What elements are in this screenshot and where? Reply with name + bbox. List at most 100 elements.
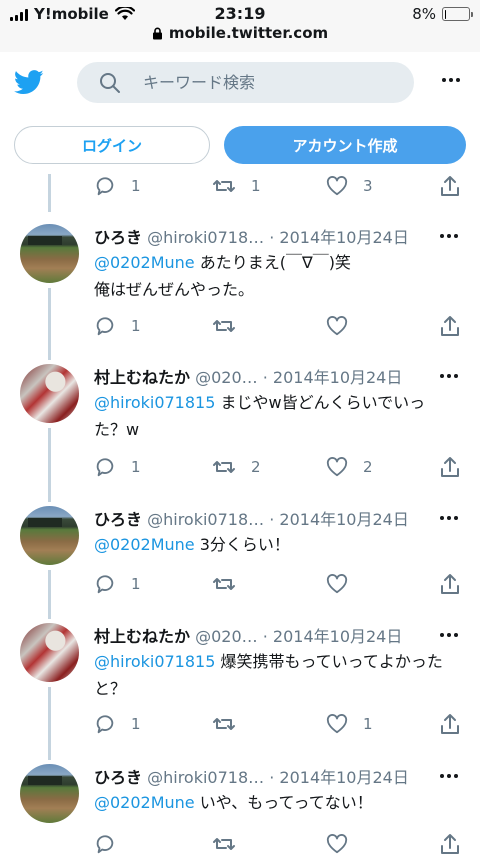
- retweet-button[interactable]: [212, 712, 326, 736]
- user-handle[interactable]: @020…: [195, 368, 258, 387]
- display-name[interactable]: ひろき: [94, 510, 142, 529]
- tweet-text: @0202Mune いや、もってってない！: [94, 789, 464, 816]
- share-button[interactable]: [440, 712, 460, 736]
- login-button[interactable]: ログイン: [14, 126, 210, 164]
- reply-button[interactable]: [94, 832, 212, 854]
- like-button[interactable]: 2: [326, 455, 440, 479]
- display-name[interactable]: 村上むねたか: [94, 627, 190, 646]
- mention-link[interactable]: @0202Mune: [94, 793, 195, 812]
- reply-count: 1: [131, 458, 141, 476]
- thread-line: [48, 570, 51, 619]
- tweet-more-icon[interactable]: [440, 516, 458, 520]
- avatar[interactable]: [20, 364, 79, 423]
- avatar[interactable]: [20, 506, 79, 565]
- share-button[interactable]: [440, 572, 460, 596]
- tweet-text-line1: あたりまえ(￣∇￣)笑: [194, 253, 351, 272]
- tweet-text: @hiroki071815 まじやw皆どんくらいでいっ た？w: [94, 389, 464, 443]
- retweet-button[interactable]: [212, 572, 326, 596]
- tweet-date[interactable]: 2014年10月24日: [279, 768, 408, 787]
- status-bar: Y!mobile 23:19 mobile.twitter.com 8%: [0, 0, 480, 52]
- like-count: 3: [363, 177, 373, 195]
- separator-dot: ·: [264, 510, 280, 529]
- avatar[interactable]: [20, 224, 79, 283]
- tweet-actions: [94, 832, 460, 854]
- separator-dot: ·: [264, 228, 280, 247]
- thread-line: [48, 428, 51, 502]
- like-button[interactable]: [326, 832, 440, 854]
- tweet-text: @0202Mune 3分くらい！: [94, 531, 464, 558]
- mention-link[interactable]: @0202Mune: [94, 535, 195, 554]
- mention-link[interactable]: @hiroki071815: [94, 652, 215, 671]
- thread-line: [48, 687, 51, 760]
- separator-dot: ·: [264, 768, 280, 787]
- reply-button[interactable]: 1: [94, 174, 212, 198]
- search-box[interactable]: [77, 62, 414, 103]
- search-input[interactable]: [143, 73, 373, 92]
- battery-icon: [442, 7, 473, 21]
- address-bar[interactable]: mobile.twitter.com: [0, 24, 480, 42]
- retweet-button[interactable]: [212, 314, 326, 338]
- reply-button[interactable]: 1: [94, 712, 212, 736]
- mention-link[interactable]: @hiroki071815: [94, 393, 215, 412]
- tweet-header: ひろき @hiroki0718… · 2014年10月24日: [94, 506, 424, 530]
- tweet-actions: 1 1 3: [94, 174, 460, 198]
- reply-icon: [96, 458, 114, 477]
- retweet-icon: [213, 578, 235, 590]
- tweet-date[interactable]: 2014年10月24日: [273, 368, 402, 387]
- tweet-header: 村上むねたか @020… · 2014年10月24日: [94, 623, 424, 647]
- top-bar: [0, 52, 480, 112]
- mention-link[interactable]: @0202Mune: [94, 253, 195, 272]
- reply-button[interactable]: 1: [94, 572, 212, 596]
- tweet-text-line1: 爆笑携帯もっていってよかった: [215, 652, 443, 671]
- tweet-text: @0202Mune あたりまえ(￣∇￣)笑 俺はぜんぜんやった。: [94, 249, 464, 303]
- like-button[interactable]: 3: [326, 174, 440, 198]
- user-handle[interactable]: @hiroki0718…: [147, 228, 264, 247]
- clock: 23:19: [214, 4, 266, 23]
- heart-icon: [326, 176, 348, 196]
- retweet-count: 2: [251, 458, 261, 476]
- tweet-text-line2: た？w: [94, 420, 140, 439]
- share-button[interactable]: [440, 314, 460, 338]
- reply-count: 1: [131, 317, 141, 335]
- reply-count: 1: [131, 575, 141, 593]
- user-handle[interactable]: @hiroki0718…: [147, 768, 264, 787]
- reply-button[interactable]: 1: [94, 455, 212, 479]
- tweet-date[interactable]: 2014年10月24日: [279, 510, 408, 529]
- reply-count: 1: [131, 715, 141, 733]
- like-button[interactable]: [326, 314, 440, 338]
- share-icon: [441, 316, 459, 336]
- heart-icon: [326, 714, 348, 734]
- retweet-button[interactable]: 2: [212, 455, 326, 479]
- avatar[interactable]: [20, 764, 79, 823]
- tweet-more-icon[interactable]: [440, 234, 458, 238]
- reply-count: 1: [131, 177, 141, 195]
- more-options-icon[interactable]: [442, 78, 460, 82]
- like-button[interactable]: [326, 572, 440, 596]
- retweet-icon: [213, 718, 235, 730]
- share-button[interactable]: [440, 455, 460, 479]
- tweet-text-line1: 3分くらい！: [194, 535, 290, 554]
- tweet-date[interactable]: 2014年10月24日: [273, 627, 402, 646]
- tweet-more-icon[interactable]: [440, 774, 458, 778]
- retweet-button[interactable]: [212, 832, 326, 854]
- like-button[interactable]: 1: [326, 712, 440, 736]
- signup-button[interactable]: アカウント作成: [224, 126, 466, 164]
- display-name[interactable]: ひろき: [94, 228, 142, 247]
- reply-button[interactable]: 1: [94, 314, 212, 338]
- thread-line: [48, 174, 51, 212]
- share-button[interactable]: [440, 174, 460, 198]
- display-name[interactable]: ひろき: [94, 768, 142, 787]
- display-name[interactable]: 村上むねたか: [94, 368, 190, 387]
- user-handle[interactable]: @020…: [195, 627, 258, 646]
- retweet-icon: [213, 838, 235, 850]
- twitter-bird-icon[interactable]: [14, 70, 44, 95]
- tweet-more-icon[interactable]: [440, 633, 458, 637]
- avatar[interactable]: [20, 623, 79, 682]
- retweet-button[interactable]: 1: [212, 174, 326, 198]
- share-button[interactable]: [440, 832, 460, 854]
- tweet-text: @hiroki071815 爆笑携帯もっていってよかった と？: [94, 648, 464, 702]
- tweet-date[interactable]: 2014年10月24日: [279, 228, 408, 247]
- reply-icon: [96, 715, 114, 734]
- tweet-more-icon[interactable]: [440, 374, 458, 378]
- user-handle[interactable]: @hiroki0718…: [147, 510, 264, 529]
